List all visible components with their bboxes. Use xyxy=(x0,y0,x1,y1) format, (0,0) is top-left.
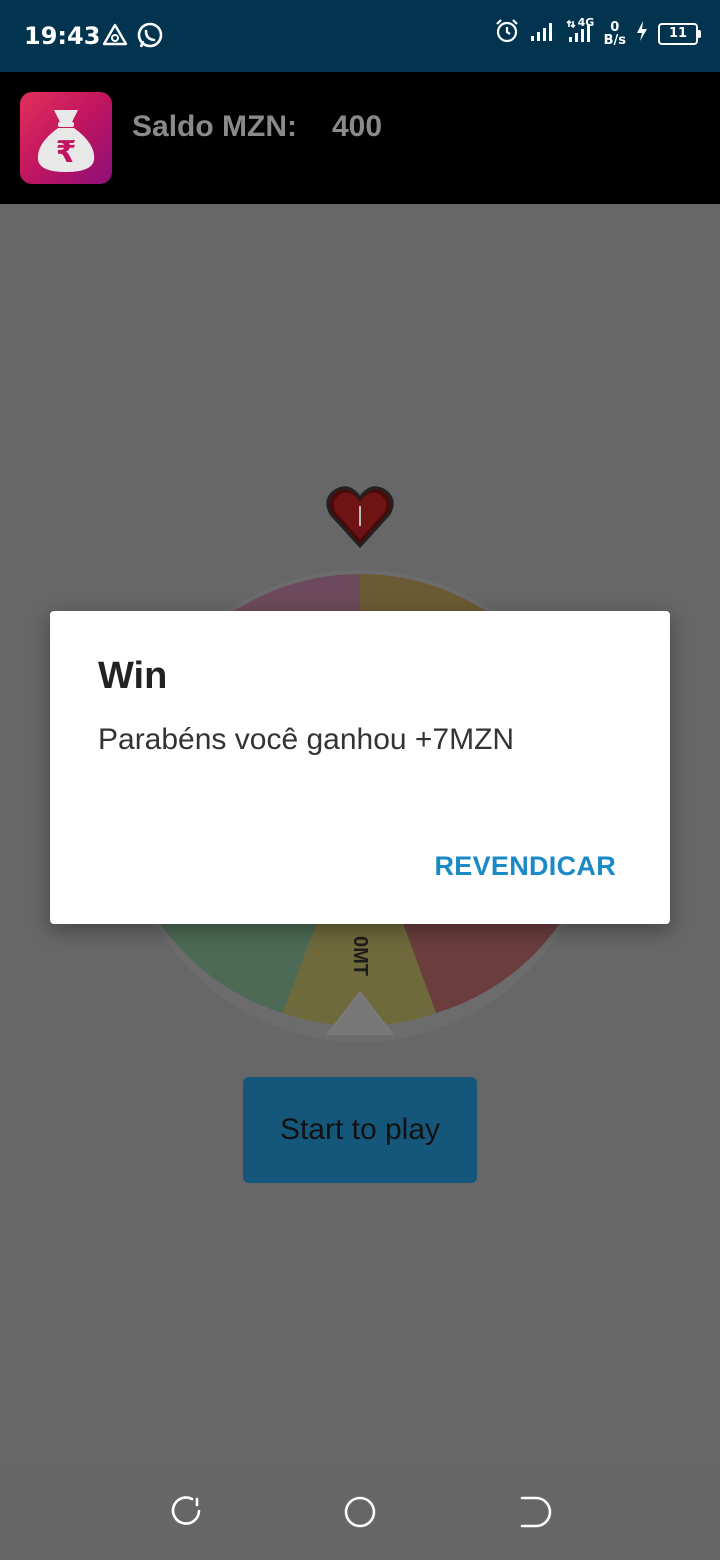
charging-icon xyxy=(636,20,648,47)
network-speed: 0 B/s xyxy=(604,21,626,47)
home-icon[interactable] xyxy=(342,1494,378,1535)
svg-text:₹: ₹ xyxy=(56,135,77,170)
heart-pointer-icon xyxy=(325,484,395,550)
notification-icons xyxy=(102,22,164,55)
speed-value: 0 xyxy=(610,19,620,35)
system-icons: 4G 0 B/s 11 xyxy=(494,16,701,49)
start-to-play-button[interactable]: Start to play xyxy=(243,1077,477,1183)
alarm-icon xyxy=(494,18,520,49)
status-time: 19:43 xyxy=(24,22,101,50)
signal-icon xyxy=(530,20,556,47)
network-label: 4G xyxy=(577,16,595,29)
win-dialog: Win Parabéns você ganhou +7MZN REVENDICA… xyxy=(50,611,670,924)
signal-4g-icon: 4G xyxy=(566,16,595,48)
recent-apps-icon[interactable] xyxy=(168,1494,204,1535)
battery-icon: 11 xyxy=(658,22,701,45)
claim-button[interactable]: REVENDICAR xyxy=(434,851,616,882)
balance-label: Saldo MZN: xyxy=(132,110,297,143)
battery-level: 11 xyxy=(668,26,688,41)
balance-value: 400 xyxy=(332,110,383,143)
speed-unit: B/s xyxy=(603,32,626,48)
navigation-bar xyxy=(0,1464,720,1560)
back-icon[interactable] xyxy=(516,1494,552,1535)
dialog-title: Win xyxy=(98,655,168,697)
whatsapp-icon xyxy=(136,22,164,55)
wheel-segment-label: 0MT xyxy=(349,936,371,976)
money-bag-rupee-icon: ₹ xyxy=(20,92,112,184)
dialog-message: Parabéns você ganhou +7MZN xyxy=(98,723,515,756)
status-bar: 19:43 4G 0 B/s 11 xyxy=(0,0,720,72)
triangle-alert-icon xyxy=(102,22,128,55)
app-bar: ₹ Saldo MZN: 400 xyxy=(0,72,720,204)
